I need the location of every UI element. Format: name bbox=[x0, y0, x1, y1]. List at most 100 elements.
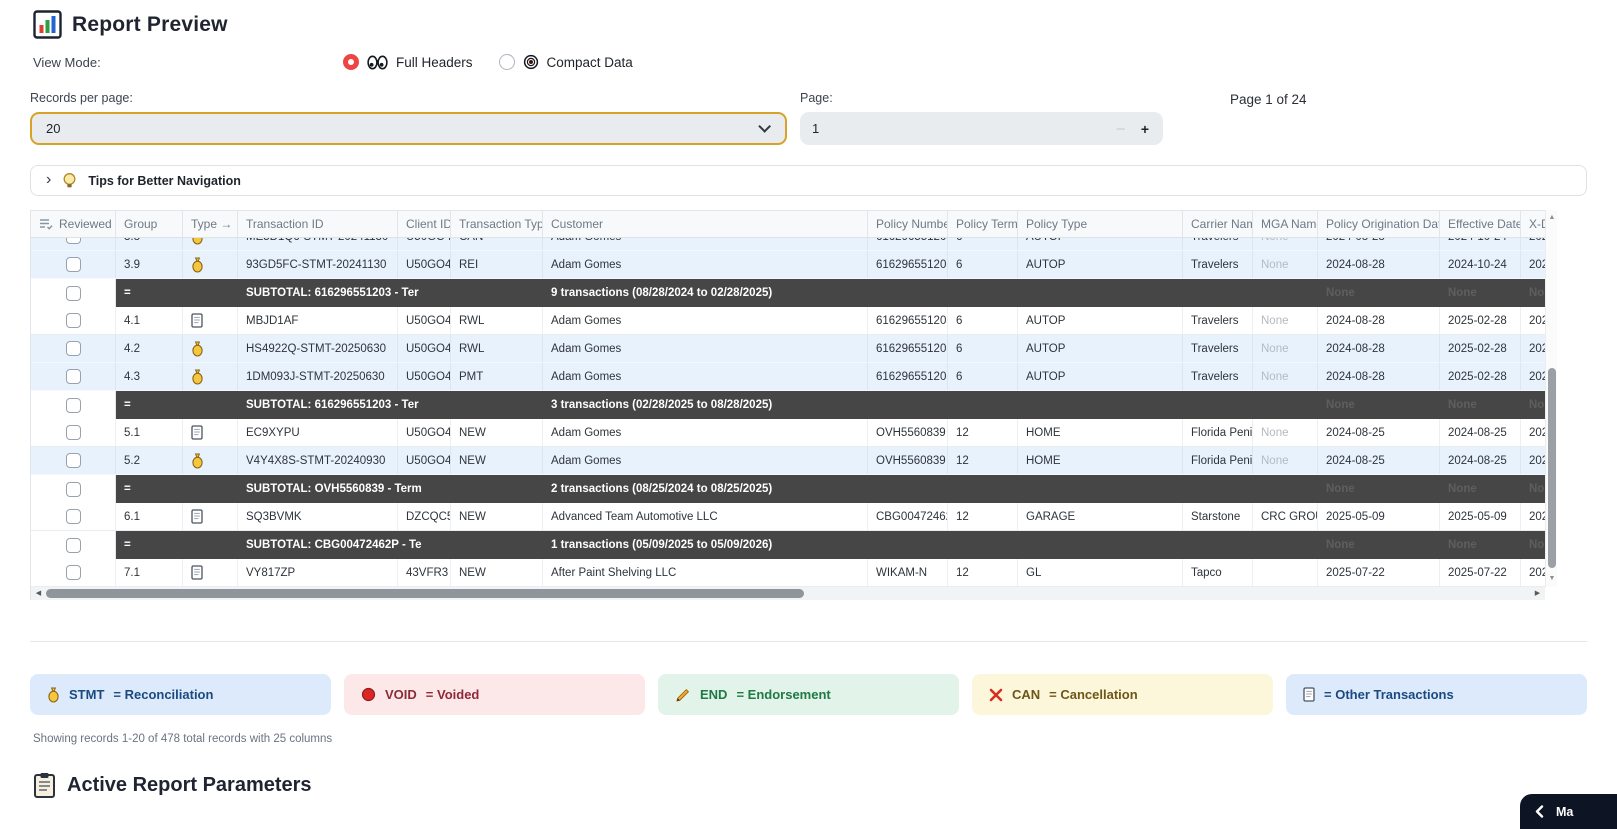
row-checkbox[interactable] bbox=[66, 286, 81, 301]
column-header-transaction-type[interactable]: Transaction Type bbox=[451, 211, 543, 237]
customer-cell-value: Adam Gomes bbox=[551, 238, 621, 243]
column-header-policy-origination-date[interactable]: Policy Origination Date bbox=[1318, 211, 1440, 237]
policy-number-cell-value: 616296551203 bbox=[876, 259, 948, 271]
carrier-name-cell: Florida Peninsu bbox=[1183, 447, 1253, 474]
row-checkbox[interactable] bbox=[66, 482, 81, 497]
customer-cell-value: Advanced Team Automotive LLC bbox=[551, 511, 718, 523]
subtotal-row: =SUBTOTAL: 616296551203 - Ter9 transacti… bbox=[31, 279, 1546, 307]
group-cell: 5.2 bbox=[116, 447, 183, 474]
policy-term-cell: 12 bbox=[948, 559, 1018, 586]
mga-name-cell-value: None bbox=[1261, 259, 1289, 271]
policy-number-cell-value: WIKAM-N bbox=[876, 567, 927, 579]
column-header-client-id[interactable]: Client ID bbox=[398, 211, 451, 237]
column-header-policy-number[interactable]: Policy Number bbox=[868, 211, 948, 237]
row-checkbox[interactable] bbox=[66, 238, 81, 244]
page-decrement-button[interactable]: – bbox=[1106, 120, 1134, 137]
vertical-scrollbar[interactable]: ▲ ▼ bbox=[1545, 210, 1557, 587]
policy-number-cell-value: OVH5560839 bbox=[876, 427, 946, 439]
policy-origination-date-cell: 2024-08-28 bbox=[1318, 363, 1440, 390]
document-icon bbox=[1303, 687, 1315, 702]
view-mode-option-compact-data[interactable]: Compact Data bbox=[499, 54, 633, 70]
stmt-seal-icon bbox=[191, 341, 204, 357]
row-checkbox[interactable] bbox=[66, 257, 81, 272]
view-mode-option-label: Compact Data bbox=[547, 55, 633, 70]
column-header-label: Group bbox=[124, 217, 157, 231]
scroll-down-icon[interactable]: ▼ bbox=[1546, 573, 1558, 585]
page-increment-button[interactable]: + bbox=[1135, 121, 1151, 137]
column-header-reviewed[interactable]: Reviewed bbox=[31, 211, 116, 237]
legend-badge-other: = Other Transactions bbox=[1286, 674, 1587, 715]
reviewed-cell bbox=[31, 335, 116, 362]
reviewed-cell bbox=[31, 447, 116, 474]
table-row: 6.1SQ3BVMKDZCQC5NEWAdvanced Team Automot… bbox=[31, 503, 1546, 531]
carrier-name-cell: Tapco bbox=[1183, 559, 1253, 586]
policy-number-cell-value: OVH5560839 bbox=[876, 455, 946, 467]
page-number-input[interactable]: 1 – + bbox=[800, 112, 1163, 145]
client-id-cell: U50GO4 bbox=[398, 447, 451, 474]
scroll-right-icon[interactable]: ▶ bbox=[1531, 587, 1544, 600]
policy-term-cell: 12 bbox=[948, 447, 1018, 474]
column-header-group[interactable]: Group bbox=[116, 211, 183, 237]
row-checkbox[interactable] bbox=[66, 425, 81, 440]
x-date-cell-value: 202 bbox=[1529, 511, 1546, 523]
row-checkbox[interactable] bbox=[66, 453, 81, 468]
subtotal-label-cell-value: SUBTOTAL: 616296551203 - Ter bbox=[246, 399, 419, 411]
view-mode-options: Full Headers Compact Data bbox=[343, 54, 633, 70]
mga-name-cell: None bbox=[1253, 419, 1318, 446]
column-header-label: Type → bbox=[191, 217, 232, 231]
tips-expander[interactable]: › Tips for Better Navigation bbox=[30, 165, 1587, 196]
policy-type-cell-value: AUTOP bbox=[1026, 259, 1065, 271]
horizontal-scroll-thumb[interactable] bbox=[46, 589, 804, 598]
subtotal-summary-cell: 9 transactions (08/28/2024 to 02/28/2025… bbox=[543, 279, 868, 307]
column-header-policy-type[interactable]: Policy Type bbox=[1018, 211, 1183, 237]
horizontal-scrollbar[interactable]: ◀ ▶ bbox=[31, 587, 1545, 600]
column-header-transaction-id[interactable]: Transaction ID bbox=[238, 211, 398, 237]
view-mode-option-full-headers[interactable]: Full Headers bbox=[343, 54, 473, 70]
policy-term-cell-value: 12 bbox=[956, 427, 969, 439]
row-checkbox[interactable] bbox=[66, 313, 81, 328]
chevron-right-icon: › bbox=[46, 172, 51, 188]
customer-cell: Advanced Team Automotive LLC bbox=[543, 503, 868, 530]
column-header-effective-date[interactable]: Effective Date bbox=[1440, 211, 1521, 237]
subtotal-label-cell: SUBTOTAL: 616296551203 - Ter bbox=[238, 391, 543, 419]
table-viewport: 3.8ME5D1Q6-STMT-20241130U50GO4CANAdam Go… bbox=[31, 238, 1546, 587]
row-checkbox[interactable] bbox=[66, 509, 81, 524]
policy-term-cell-value: 12 bbox=[956, 455, 969, 467]
reviewed-cell bbox=[31, 391, 116, 419]
scroll-left-icon[interactable]: ◀ bbox=[32, 587, 45, 600]
row-checkbox[interactable] bbox=[66, 538, 81, 553]
table-row: 5.2V4Y4X8S-STMT-20240930U50GO4NEWAdam Go… bbox=[31, 447, 1546, 475]
customer-cell-value: Adam Gomes bbox=[551, 371, 621, 383]
group-cell: 4.3 bbox=[116, 363, 183, 390]
records-per-page-select[interactable]: 20 bbox=[30, 112, 787, 145]
radio-unselected[interactable] bbox=[499, 54, 515, 70]
scroll-up-icon[interactable]: ▲ bbox=[1546, 212, 1558, 224]
column-header-label: Transaction ID bbox=[246, 217, 324, 231]
radio-selected[interactable] bbox=[343, 54, 359, 70]
document-icon bbox=[191, 425, 203, 440]
column-header-type[interactable]: Type → bbox=[183, 211, 238, 237]
sidebar-toggle-button[interactable]: Ma bbox=[1520, 794, 1617, 829]
subtotal-spacer-cell bbox=[868, 279, 1318, 307]
subtotal-x-date-cell-value: Non bbox=[1529, 539, 1546, 551]
row-checkbox[interactable] bbox=[66, 369, 81, 384]
mga-name-cell-value: None bbox=[1261, 371, 1289, 383]
select-all-icon[interactable] bbox=[39, 218, 53, 230]
row-checkbox[interactable] bbox=[66, 398, 81, 413]
x-date-cell-value: 202 bbox=[1529, 371, 1546, 383]
column-header-policy-term[interactable]: Policy Term bbox=[948, 211, 1018, 237]
group-cell-value: 6.1 bbox=[124, 511, 140, 523]
effective-date-cell: 2024-10-24 bbox=[1440, 238, 1521, 250]
mga-name-cell-value: None bbox=[1261, 343, 1289, 355]
column-header-mga-name[interactable]: MGA Name bbox=[1253, 211, 1318, 237]
subtotal-symbol-cell-value: = bbox=[124, 287, 131, 299]
customer-cell: Adam Gomes bbox=[543, 335, 868, 362]
column-header-customer[interactable]: Customer bbox=[543, 211, 868, 237]
row-checkbox[interactable] bbox=[66, 341, 81, 356]
legend-code: END bbox=[700, 687, 727, 702]
row-checkbox[interactable] bbox=[66, 565, 81, 580]
column-header-carrier-name[interactable]: Carrier Name bbox=[1183, 211, 1253, 237]
subtotal-spacer-cell bbox=[868, 391, 1318, 419]
legend-description: = Endorsement bbox=[736, 687, 830, 702]
vertical-scroll-thumb[interactable] bbox=[1548, 368, 1556, 568]
